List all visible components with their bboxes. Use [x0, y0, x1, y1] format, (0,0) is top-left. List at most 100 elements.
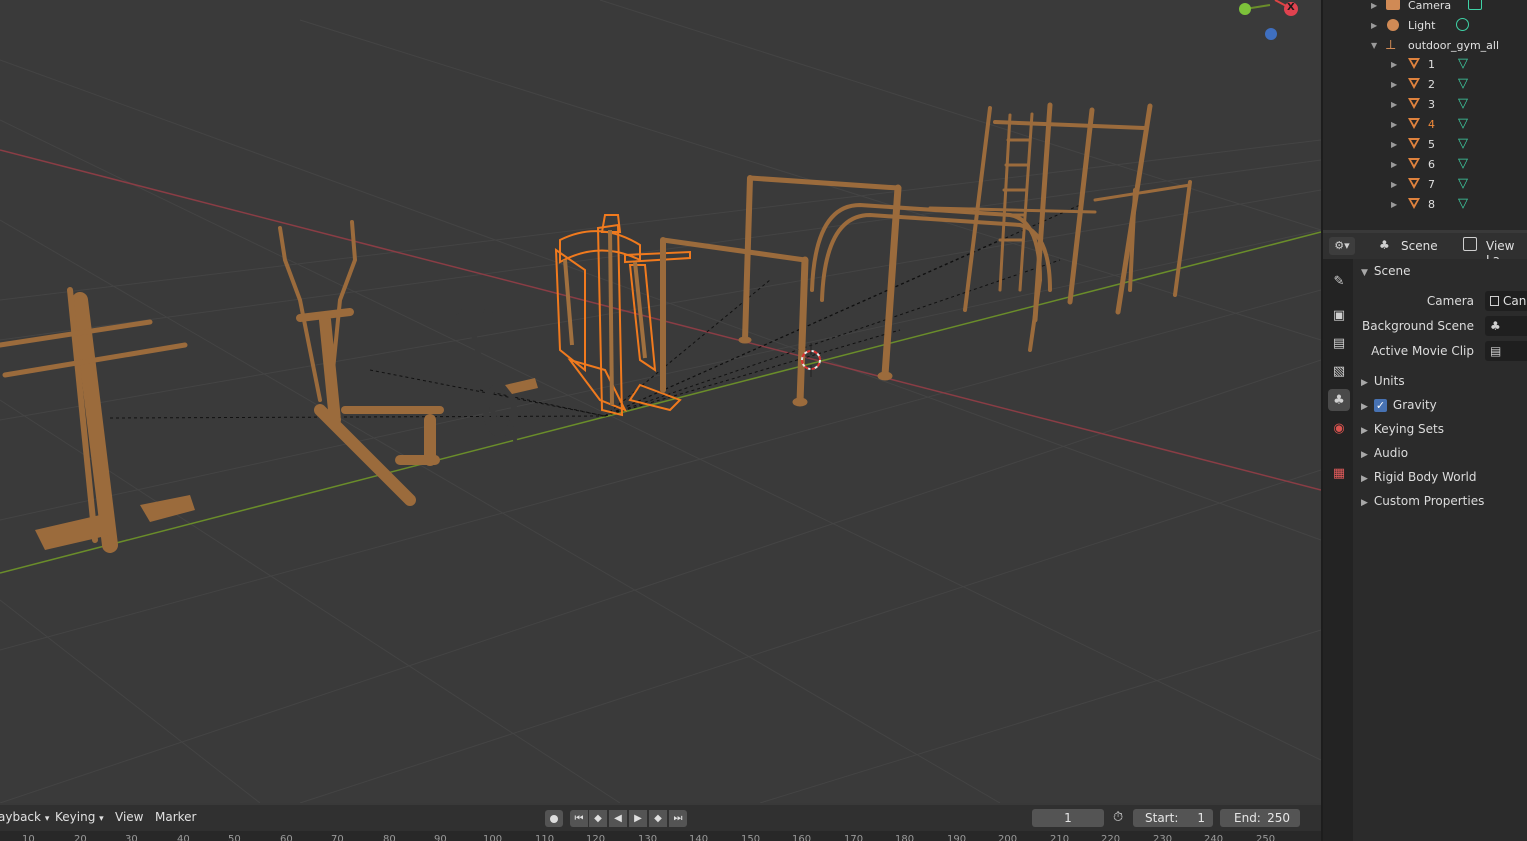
outliner-item-label: 6 — [1428, 157, 1435, 171]
ruler-tick: 150 — [741, 834, 761, 841]
outliner-row-outdoor-gym-all[interactable]: ▼ ⟂ outdoor_gym_all — [1323, 35, 1527, 55]
expand-arrow-icon[interactable]: ▶ — [1391, 200, 1397, 209]
mesh-object-icon — [1408, 78, 1420, 89]
outliner-row-camera[interactable]: ▶ Camera — [1323, 0, 1527, 15]
expand-arrow-icon[interactable]: ▶ — [1371, 21, 1377, 30]
outliner-row-light[interactable]: ▶ Light — [1323, 15, 1527, 35]
ruler-tick: 130 — [638, 834, 658, 841]
expand-arrow-icon[interactable]: ▶ — [1391, 120, 1397, 129]
outliner-row-4[interactable]: ▶ 4 ▽ — [1323, 114, 1527, 134]
camera-label: Camera — [1426, 294, 1474, 308]
mesh-data-icon[interactable]: ▽ — [1458, 197, 1468, 210]
outliner-row-8[interactable]: ▶ 8 ▽ — [1323, 194, 1527, 214]
equipment-3[interactable] — [451, 308, 520, 450]
light-data-icon[interactable] — [1456, 18, 1469, 31]
tool-tab-icon[interactable]: ✎ — [1328, 270, 1350, 292]
mesh-data-icon[interactable]: ▽ — [1458, 177, 1468, 190]
keying-menu-label: Keying — [55, 810, 96, 824]
ruler-tick: 40 — [177, 834, 190, 841]
mesh-data-icon[interactable]: ▽ — [1458, 77, 1468, 90]
render-tab-icon[interactable]: ▣ — [1328, 304, 1350, 326]
playback-menu[interactable]: ayback ▾ — [0, 810, 49, 824]
mesh-data-icon[interactable]: ▽ — [1458, 137, 1468, 150]
panel-closed-arrow-icon: ▶ — [1361, 426, 1368, 436]
camera-field-icon — [1490, 296, 1499, 306]
outliner-row-5[interactable]: ▶ 5 ▽ — [1323, 134, 1527, 154]
expand-arrow-icon[interactable]: ▶ — [1391, 80, 1397, 89]
scene-tab-icon[interactable]: ♣ — [1328, 389, 1350, 411]
editor-type-icon[interactable]: ⚙▾ — [1329, 237, 1355, 255]
view-layer-tab-icon[interactable]: ▧ — [1328, 360, 1350, 382]
view-menu[interactable]: View — [115, 810, 143, 824]
record-button[interactable] — [545, 810, 563, 827]
expand-arrow-icon[interactable]: ▶ — [1371, 1, 1377, 10]
equipment-4-selected[interactable] — [554, 214, 691, 417]
units-panel-header[interactable]: ▶ Units — [1361, 374, 1405, 388]
equipment-2[interactable] — [278, 220, 444, 506]
output-tab-icon[interactable]: ▤ — [1328, 332, 1350, 354]
jump-to-start-button[interactable]: ⏮ — [570, 810, 588, 827]
light-icon — [1387, 19, 1399, 31]
expand-arrow-icon[interactable]: ▶ — [1391, 60, 1397, 69]
end-value: 250 — [1267, 811, 1290, 825]
outliner-row-1[interactable]: ▶ 1 ▽ — [1323, 54, 1527, 74]
audio-panel-title: Audio — [1373, 446, 1409, 460]
rigid-body-world-panel-header[interactable]: ▶ Rigid Body World — [1361, 470, 1476, 484]
end-frame-field[interactable]: End: 250 — [1220, 809, 1300, 827]
mesh-data-icon[interactable]: ▽ — [1458, 157, 1468, 170]
outliner-row-6[interactable]: ▶ 6 ▽ — [1323, 154, 1527, 174]
keying-sets-panel-header[interactable]: ▶ Keying Sets — [1361, 422, 1444, 436]
expand-arrow-icon[interactable]: ▶ — [1391, 140, 1397, 149]
world-tab-icon[interactable]: ◉ — [1328, 417, 1350, 439]
ruler-tick: 80 — [383, 834, 396, 841]
outliner-row-2[interactable]: ▶ 2 ▽ — [1323, 74, 1527, 94]
texture-tab-icon[interactable]: ▦ — [1328, 462, 1350, 484]
properties-tab-bar: ✎ ▣ ▤ ▧ ♣ ◉ ▦ — [1323, 259, 1353, 841]
background-scene-field[interactable]: ♣ — [1485, 316, 1527, 336]
start-frame-field[interactable]: Start: 1 — [1133, 809, 1213, 827]
panel-closed-arrow-icon: ▶ — [1361, 402, 1368, 412]
audio-panel-header[interactable]: ▶ Audio — [1361, 446, 1408, 460]
play-button[interactable]: ▶ — [629, 810, 647, 827]
expand-arrow-icon[interactable]: ▶ — [1391, 100, 1397, 109]
mesh-data-icon[interactable]: ▽ — [1458, 97, 1468, 110]
ruler-tick: 30 — [125, 834, 138, 841]
camera-data-icon[interactable] — [1468, 0, 1482, 10]
outliner-row-7[interactable]: ▶ 7 ▽ — [1323, 174, 1527, 194]
equipment-6[interactable] — [810, 202, 1052, 352]
rigid-body-world-panel-title: Rigid Body World — [1373, 470, 1477, 484]
gravity-panel-header[interactable]: ▶ ✓ Gravity — [1361, 398, 1437, 412]
mesh-data-icon[interactable]: ▽ — [1458, 57, 1468, 70]
mesh-data-icon[interactable]: ▽ — [1458, 117, 1468, 130]
ruler-tick: 180 — [895, 834, 915, 841]
collapse-arrow-icon[interactable]: ▼ — [1371, 41, 1377, 50]
camera-field[interactable]: Can — [1485, 291, 1527, 311]
custom-properties-panel-header[interactable]: ▶ Custom Properties — [1361, 494, 1484, 508]
scene-selector-label[interactable]: Scene — [1401, 239, 1438, 253]
jump-to-end-button[interactable]: ⏭ — [669, 810, 687, 827]
outliner-row-3[interactable]: ▶ 3 ▽ — [1323, 94, 1527, 114]
jump-to-prev-keyframe-button[interactable]: ◆ — [589, 810, 607, 827]
stopwatch-icon[interactable]: ⏱ — [1113, 810, 1123, 825]
equipment-1[interactable] — [0, 287, 195, 553]
keying-menu[interactable]: Keying ▾ — [55, 810, 104, 824]
dropdown-arrow-icon: ▾ — [44, 814, 50, 824]
ruler-tick: 190 — [947, 834, 967, 841]
jump-to-next-keyframe-button[interactable]: ◆ — [649, 810, 667, 827]
expand-arrow-icon[interactable]: ▶ — [1391, 160, 1397, 169]
active-movie-clip-field[interactable]: ▤ — [1485, 341, 1527, 361]
current-frame-field[interactable]: 1 — [1032, 809, 1104, 827]
scene-panel-header[interactable]: ▼ Scene — [1361, 264, 1411, 278]
ruler-tick: 140 — [689, 834, 709, 841]
play-reverse-button[interactable]: ◀ — [609, 810, 627, 827]
3d-viewport[interactable]: X — [0, 0, 1321, 803]
floor-grid — [0, 0, 1321, 803]
marker-menu[interactable]: Marker — [155, 810, 196, 824]
viewport-scene — [0, 0, 1321, 803]
timeline-ruler[interactable]: 10 20 30 40 50 60 70 80 90 100 110 120 1… — [0, 831, 1321, 841]
properties-body: ▼ Scene Camera Can Background Scene ♣ Act… — [1353, 259, 1527, 841]
expand-arrow-icon[interactable]: ▶ — [1391, 180, 1397, 189]
mesh-object-icon — [1408, 178, 1420, 189]
gravity-checkbox[interactable]: ✓ — [1373, 399, 1387, 412]
mesh-object-icon — [1408, 118, 1420, 129]
